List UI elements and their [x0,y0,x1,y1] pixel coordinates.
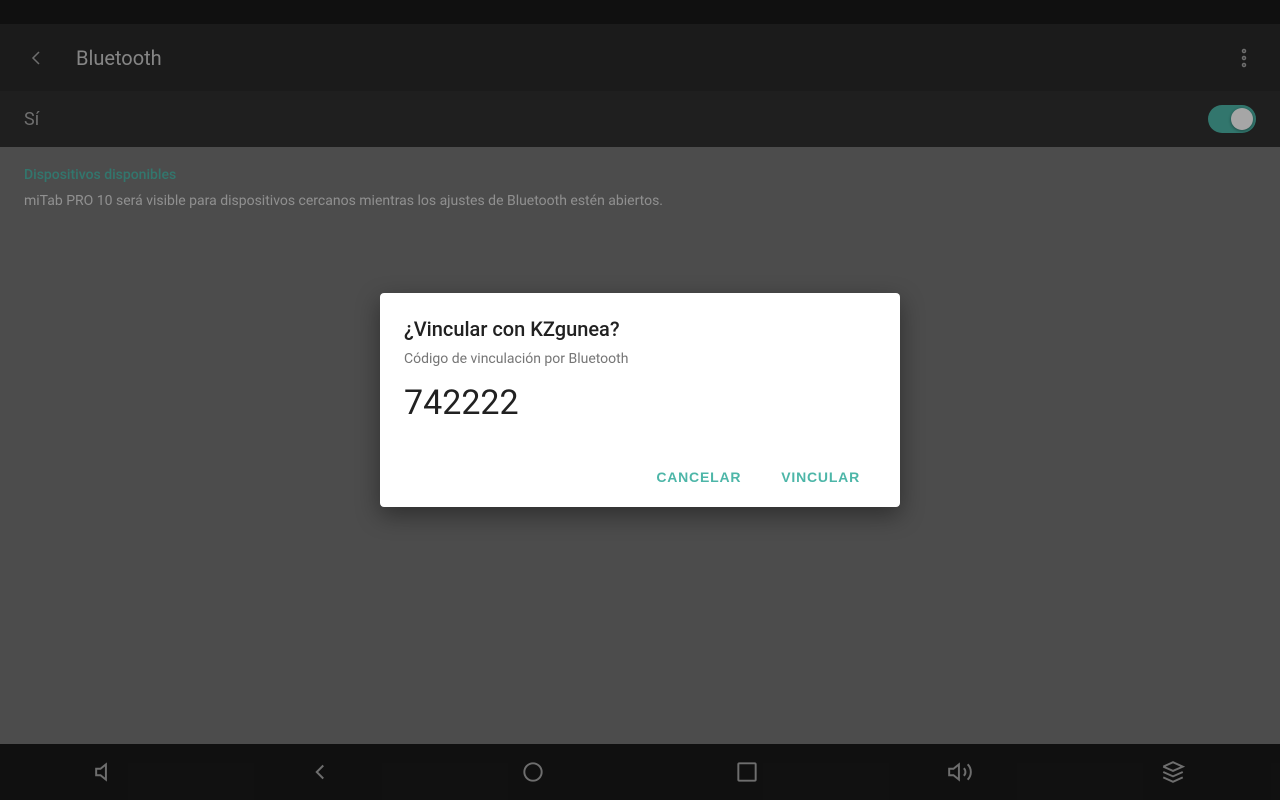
dialog-subtitle: Código de vinculación por Bluetooth [404,351,876,367]
pair-dialog: ¿Vincular con KZgunea? Código de vincula… [380,293,900,507]
dialog-pairing-code: 742222 [404,383,876,423]
pair-button[interactable]: VINCULAR [765,459,876,495]
dialog-overlay: ¿Vincular con KZgunea? Código de vincula… [0,0,1280,800]
dialog-actions: CANCELAR VINCULAR [404,451,876,495]
dialog-title: ¿Vincular con KZgunea? [404,317,876,341]
cancel-button[interactable]: CANCELAR [640,459,757,495]
